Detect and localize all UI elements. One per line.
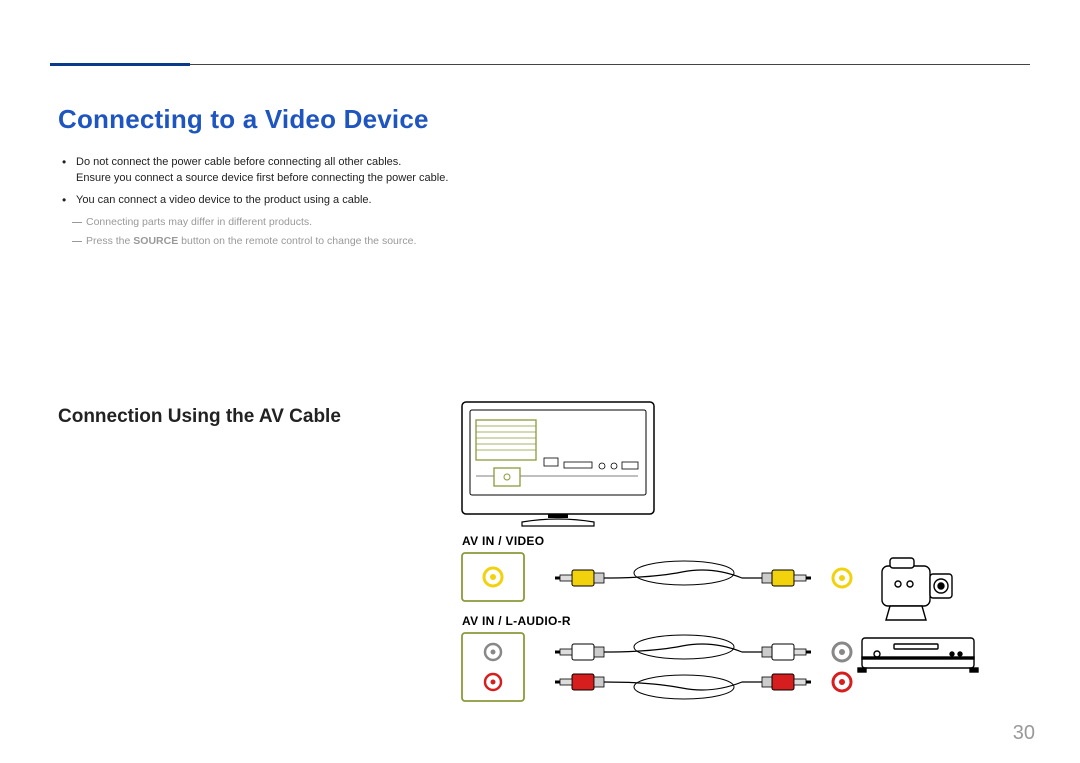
audio-port-box (462, 633, 524, 701)
cable-video-yellow (555, 561, 811, 586)
tv-back-panel (462, 402, 654, 526)
device-jack-red (833, 673, 851, 691)
port-label-audio: AV IN / L-AUDIO-R (462, 614, 571, 628)
footnote: Press the SOURCE button on the remote co… (60, 234, 700, 249)
header-divider (50, 64, 1030, 65)
header-accent-bar (50, 63, 190, 66)
footnote-text: Press the SOURCE button on the remote co… (86, 235, 416, 247)
manual-page: Connecting to a Video Device Do not conn… (0, 0, 1080, 763)
instruction-list: Do not connect the power cable before co… (60, 155, 700, 249)
camcorder-device (882, 558, 952, 620)
list-item: Do not connect the power cable before co… (60, 155, 700, 187)
port-label-video: AV IN / VIDEO (462, 534, 544, 548)
page-number: 30 (1013, 722, 1035, 745)
list-text: You can connect a video device to the pr… (76, 194, 372, 206)
av-connection-diagram: AV IN / VIDEO AV IN / L-AUDIO-R (452, 398, 1042, 728)
page-title: Connecting to a Video Device (58, 104, 429, 135)
video-port-box (462, 553, 524, 601)
cable-audio-white (555, 635, 811, 660)
list-item: You can connect a video device to the pr… (60, 193, 700, 209)
device-jack-white (833, 643, 851, 661)
dvd-player-device (858, 638, 978, 672)
list-text: Ensure you connect a source device first… (76, 172, 448, 184)
footnote: Connecting parts may differ in different… (60, 215, 700, 230)
section-title: Connection Using the AV Cable (58, 406, 341, 428)
footnote-text: Connecting parts may differ in different… (86, 216, 312, 228)
list-text: Do not connect the power cable before co… (76, 156, 401, 168)
cable-audio-red (555, 674, 811, 699)
device-jack-yellow (833, 569, 851, 587)
